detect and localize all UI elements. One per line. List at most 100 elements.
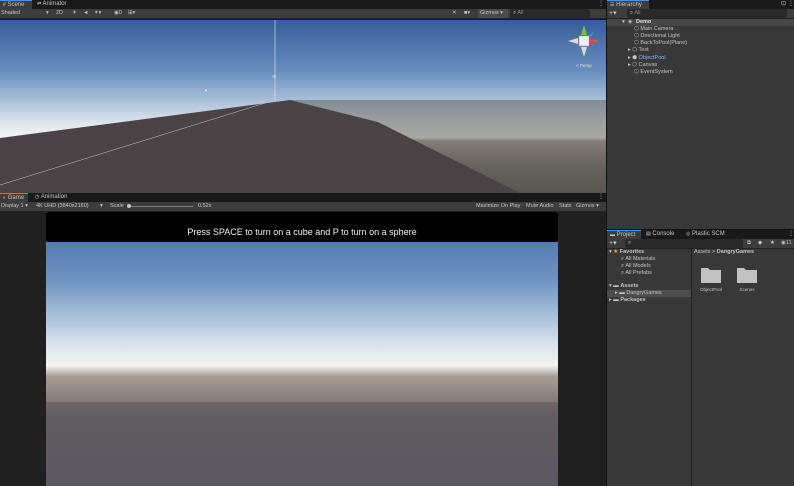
favorites-item-label: All Prefabs [625, 270, 652, 276]
game-gizmos-dropdown[interactable]: Gizmos ▾ [576, 202, 606, 211]
scene-root-row[interactable]: ▾ ◈ Demo [607, 19, 794, 26]
expand-arrow-icon[interactable]: ▸ [615, 290, 618, 297]
tab-hierarchy-label: Hierarchy [616, 2, 642, 8]
hierarchy-item-canvas[interactable]: ▸ ⬡ Canvas [628, 62, 657, 69]
expand-arrow-icon[interactable]: ▸ [609, 297, 612, 304]
scene-panel-menu-icon[interactable]: ⋮ [598, 1, 604, 8]
hierarchy-search-input[interactable]: ⌕ All [627, 9, 787, 18]
hierarchy-item-backtopool[interactable]: ⬡ BackToPool(Plane) [634, 40, 687, 47]
display-dropdown[interactable]: Display 1 ▾ [1, 202, 33, 211]
tab-game-label: Game [7, 195, 25, 201]
assets-row[interactable]: ▾ ▬ Assets [609, 283, 638, 290]
persp-label[interactable]: < Persp [566, 63, 602, 68]
gizmos-dropdown[interactable]: Gizmos ▾ [478, 9, 508, 18]
tab-plastic-scm[interactable]: ◎ Plastic SCM [683, 230, 731, 239]
packages-row[interactable]: ▸ ▬ Packages [609, 297, 646, 304]
breadcrumb-root[interactable]: Assets [694, 249, 711, 255]
favorite-star-icon[interactable]: ★ [770, 239, 778, 248]
project-search-input[interactable]: ⌕ [625, 239, 743, 248]
search-icon: ⌕ [621, 270, 625, 276]
expand-arrow-icon[interactable]: ▸ [628, 62, 631, 69]
gameobject-cube-icon: ⬡ [634, 69, 639, 75]
star-icon: ★ [613, 249, 619, 255]
tab-scene[interactable]: # Scene [0, 0, 32, 9]
hierarchy-item-objectpool[interactable]: ▸ ⬢ ObjectPool [628, 55, 666, 62]
expand-arrow-icon[interactable]: ▾ [609, 249, 612, 256]
shading-mode-dropdown[interactable]: Shaded ▾ [1, 9, 51, 18]
scene-viewport[interactable]: ☼ ◖ < Persp [0, 20, 606, 193]
favorites-label: Favorites [619, 249, 645, 255]
hierarchy-item-directional-light[interactable]: ⬡ Directional Light [634, 33, 680, 40]
camera-gizmo-icon[interactable]: ◖ [204, 88, 212, 94]
hierarchy-panel: ☰ Hierarchy ⊡ ⋮ +▾ ⌕ All ▾ ◈ Demo ⬡ Main… [607, 0, 794, 229]
search-icon: ⌕ [513, 10, 517, 16]
toggle-2d-button[interactable]: 2D [56, 9, 68, 18]
favorites-row[interactable]: ▾ ★ Favorites [609, 249, 644, 256]
favorites-item-all-materials[interactable]: ⌕ All Materials [621, 256, 655, 263]
tab-animation[interactable]: ◷ Animation [32, 193, 72, 202]
scale-slider[interactable] [127, 204, 193, 208]
favorites-item-all-models[interactable]: ⌕ All Models [621, 263, 651, 270]
instruction-text: Press SPACE to turn on a cube and P to t… [187, 227, 417, 237]
scene-tab-bar: # Scene ⇄ Animator ⋮ [0, 0, 606, 9]
folder-tile-label: Scenes [739, 287, 755, 292]
tab-animator[interactable]: ⇄ Animator [34, 0, 74, 9]
project-menu-icon[interactable]: ⋮ [788, 231, 794, 238]
hierarchy-menu-icon[interactable]: ⋮ [788, 1, 794, 8]
search-icon: ⌕ [621, 256, 625, 262]
instruction-banner: Press SPACE to turn on a cube and P to t… [46, 212, 558, 242]
expand-arrow-icon[interactable]: ▸ [628, 47, 631, 54]
scene-search-input[interactable]: ⌕ All [510, 9, 590, 18]
tab-animation-label: Animation [40, 194, 68, 200]
folder-tile-objectpool[interactable]: ObjectPool [698, 263, 724, 295]
hidden-packages-toggle[interactable]: ◉11 [781, 239, 794, 248]
project-folder-tree: ▾ ★ Favorites ⌕ All Materials ⌕ All Mode… [607, 249, 691, 486]
project-add-button[interactable]: +▾ [609, 239, 621, 248]
hierarchy-item-eventsystem[interactable]: ⬡ EventSystem [634, 69, 673, 76]
tools-icon[interactable]: ✕ [452, 9, 460, 18]
lock-icon[interactable]: ⊡ [781, 1, 786, 8]
expand-arrow-icon[interactable]: ▾ [609, 283, 612, 290]
audio-toggle-icon[interactable]: ◄ [83, 9, 91, 18]
plastic-scm-icon: ◎ [686, 231, 691, 237]
search-by-type-icon[interactable]: ⧉ [747, 239, 755, 248]
orientation-gizmo[interactable]: < Persp [566, 23, 602, 68]
chevron-down-icon: ▾ [596, 203, 599, 209]
breadcrumb-leaf[interactable]: DangryGames [717, 249, 754, 255]
stats-button[interactable]: Stats [559, 202, 572, 211]
folder-icon: ▬ [619, 290, 625, 296]
game-panel-menu-icon[interactable]: ⋮ [598, 194, 604, 201]
maximize-on-play-button[interactable]: Maximize On Play [476, 202, 520, 211]
hierarchy-add-button[interactable]: +▾ [609, 9, 621, 18]
resolution-dropdown[interactable]: 4K UHD (3840x2160) ▾ [36, 202, 106, 211]
scene-ground-plane [0, 20, 606, 193]
mute-audio-button[interactable]: Mute Audio [526, 202, 554, 211]
tab-game[interactable]: ◐ Game [0, 193, 28, 202]
search-by-label-icon[interactable]: ◆ [758, 239, 766, 248]
scale-slider-handle[interactable] [127, 204, 131, 208]
chevron-down-icon: ▾ [25, 203, 28, 209]
folder-tile-label: ObjectPool [699, 287, 722, 292]
hidden-objects-icon[interactable]: ◉0 [114, 9, 128, 18]
expand-arrow-icon[interactable]: ▸ [628, 55, 631, 62]
assets-child-dangrygames[interactable]: ▸ ▬ DangryGames [607, 290, 691, 297]
tab-console[interactable]: ▤ Console [643, 230, 681, 239]
hierarchy-item-label: ObjectPool [638, 55, 666, 61]
camera-icon[interactable]: ■▾ [464, 9, 476, 18]
light-gizmo-icon[interactable]: ☼ [271, 73, 279, 81]
tab-hierarchy[interactable]: ☰ Hierarchy [607, 0, 649, 9]
folder-tile-scenes[interactable]: Scenes [734, 263, 760, 295]
lighting-toggle-icon[interactable]: ☀ [72, 9, 80, 18]
favorites-item-all-prefabs[interactable]: ⌕ All Prefabs [621, 270, 652, 277]
expand-arrow-icon[interactable]: ▾ [622, 19, 625, 26]
folder-icon: ▬ [613, 297, 619, 303]
shading-mode-label: Shaded [1, 10, 20, 16]
hierarchy-item-main-camera[interactable]: ⬡ Main Camera [634, 26, 673, 33]
game-viewport[interactable]: Press SPACE to turn on a cube and P to t… [46, 212, 558, 486]
hierarchy-search-placeholder: All [634, 10, 641, 16]
effects-toggle-icon[interactable]: ✦▾ [94, 9, 108, 18]
hierarchy-item-test[interactable]: ▸ ⬡ Test [628, 47, 649, 54]
tab-project[interactable]: ▬ Project [607, 230, 641, 239]
favorites-item-label: All Models [625, 263, 651, 269]
grid-toggle-icon[interactable]: ⊞▾ [128, 9, 142, 18]
